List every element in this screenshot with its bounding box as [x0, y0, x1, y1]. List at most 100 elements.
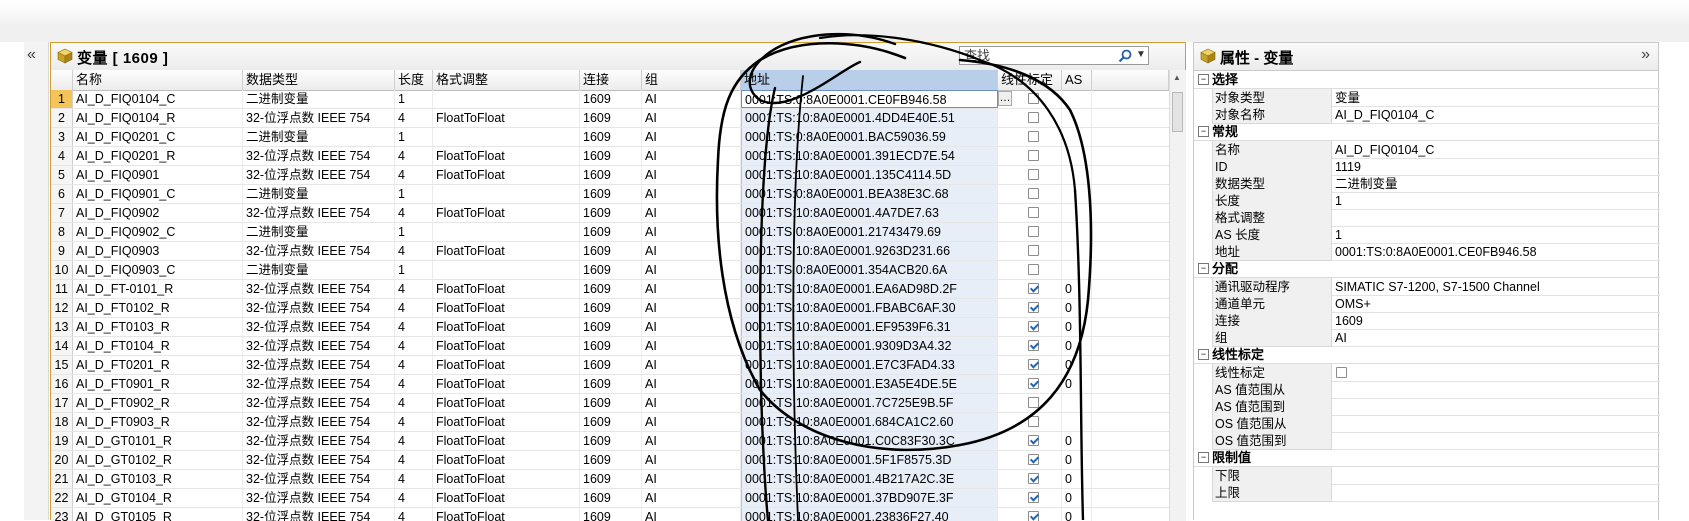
group-cell[interactable]: AI [642, 508, 741, 521]
property-row[interactable]: 组 AI [1194, 329, 1660, 347]
row-number[interactable]: 6 [51, 185, 73, 203]
group-cell[interactable]: AI [642, 242, 741, 260]
length-cell[interactable]: 4 [395, 204, 433, 222]
linear-scaling-column-header[interactable]: 线性标定 [998, 70, 1062, 90]
search-icon[interactable] [1117, 48, 1133, 64]
linear-scaling-checkbox[interactable] [1028, 207, 1039, 218]
property-value[interactable] [1332, 381, 1660, 399]
group-cell[interactable]: AI [642, 299, 741, 317]
address-cell[interactable]: 0001:TS:10:8A0E0001.4A7DE7.63 [741, 204, 998, 222]
address-cell[interactable]: 0001:TS:0:8A0E0001.354ACB20.6A [741, 261, 998, 279]
datatype-column-header[interactable]: 数据类型 [243, 70, 395, 90]
linear-scaling-checkbox[interactable] [1028, 264, 1039, 275]
property-value[interactable]: 1 [1332, 192, 1660, 210]
table-row[interactable]: 20 AI_D_GT0102_R 32-位浮点数 IEEE 754 4 FloatToF… [51, 451, 1169, 470]
row-number[interactable]: 20 [51, 451, 73, 469]
property-value[interactable]: SIMATIC S7-1200, S7-1500 Channel [1332, 278, 1660, 296]
row-number[interactable]: 15 [51, 356, 73, 374]
address-column-header[interactable]: 地址 [741, 70, 998, 90]
connection-cell[interactable]: 1609 [580, 109, 642, 127]
tag-name-cell[interactable]: AI_D_FT0103_R [73, 318, 243, 336]
property-value[interactable]: AI [1332, 329, 1660, 347]
datatype-cell[interactable]: 32-位浮点数 IEEE 754 [243, 318, 395, 336]
linear-scaling-checkbox[interactable] [1028, 112, 1039, 123]
tag-name-cell[interactable]: AI_D_FT0201_R [73, 356, 243, 374]
connection-cell[interactable]: 1609 [580, 128, 642, 146]
tag-name-cell[interactable]: AI_D_FIQ0104_C [73, 90, 243, 108]
as-cell[interactable] [1062, 90, 1092, 108]
as-column-header[interactable]: AS [1062, 70, 1092, 90]
address-cell[interactable]: 0001:TS:10:8A0E0001.9309D3A4.32 [741, 337, 998, 355]
table-row[interactable]: 19 AI_D_GT0101_R 32-位浮点数 IEEE 754 4 FloatToF… [51, 432, 1169, 451]
collapse-group-icon[interactable]: − [1198, 263, 1209, 274]
as-cell[interactable]: 0 [1062, 470, 1092, 488]
length-cell[interactable]: 4 [395, 318, 433, 336]
length-cell[interactable]: 4 [395, 470, 433, 488]
property-group[interactable]: − 分配 [1194, 260, 1660, 278]
length-cell[interactable]: 1 [395, 185, 433, 203]
group-cell[interactable]: AI [642, 394, 741, 412]
table-row[interactable]: 13 AI_D_FT0103_R 32-位浮点数 IEEE 754 4 FloatToF… [51, 318, 1169, 337]
row-number[interactable]: 23 [51, 508, 73, 521]
group-cell[interactable]: AI [642, 451, 741, 469]
table-row[interactable]: 17 AI_D_FT0902_R 32-位浮点数 IEEE 754 4 FloatToF… [51, 394, 1169, 413]
address-browse-button[interactable]: … [998, 91, 1012, 106]
address-cell[interactable]: 0001:TS:10:8A0E0001.EA6AD98D.2F [741, 280, 998, 298]
row-number[interactable]: 13 [51, 318, 73, 336]
linear-scaling-cell[interactable] [998, 109, 1062, 127]
address-cell[interactable]: 0001:TS:0:8A0E0001.BAC59036.59 [741, 128, 998, 146]
datatype-cell[interactable]: 32-位浮点数 IEEE 754 [243, 299, 395, 317]
format-cell[interactable]: FloatToFloat [433, 356, 580, 374]
property-row[interactable]: 地址 0001:TS:0:8A0E0001.CE0FB946.58 [1194, 243, 1660, 261]
property-row[interactable]: 下限 [1194, 467, 1660, 485]
as-cell[interactable]: 0 [1062, 280, 1092, 298]
length-cell[interactable]: 4 [395, 413, 433, 431]
connection-cell[interactable]: 1609 [580, 470, 642, 488]
property-row[interactable]: OS 值范围从 [1194, 415, 1660, 433]
tag-name-cell[interactable]: AI_D_FIQ0903_C [73, 261, 243, 279]
format-cell[interactable]: FloatToFloat [433, 413, 580, 431]
property-value[interactable]: 1 [1332, 226, 1660, 244]
linear-scaling-cell[interactable] [998, 432, 1062, 450]
as-cell[interactable] [1062, 204, 1092, 222]
property-value[interactable]: 1119 [1332, 158, 1660, 176]
group-cell[interactable]: AI [642, 109, 741, 127]
connection-cell[interactable]: 1609 [580, 451, 642, 469]
linear-scaling-cell[interactable] [998, 166, 1062, 184]
property-row[interactable]: 数据类型 二进制变量 [1194, 175, 1660, 193]
property-value[interactable]: 0001:TS:0:8A0E0001.CE0FB946.58 [1332, 243, 1660, 261]
property-row[interactable]: 格式调整 [1194, 209, 1660, 227]
row-number[interactable]: 18 [51, 413, 73, 431]
row-number[interactable]: 1 [51, 90, 73, 108]
tag-name-cell[interactable]: AI_D_GT0101_R [73, 432, 243, 450]
length-cell[interactable]: 4 [395, 166, 433, 184]
collapse-group-icon[interactable]: − [1198, 126, 1209, 137]
collapse-group-icon[interactable]: − [1198, 74, 1209, 85]
format-cell[interactable]: FloatToFloat [433, 451, 580, 469]
tag-name-cell[interactable]: AI_D_FIQ0902 [73, 204, 243, 222]
linear-scaling-checkbox[interactable] [1028, 245, 1039, 256]
address-cell[interactable]: 0001:TS:10:8A0E0001.C0C83F30.3C [741, 432, 998, 450]
table-row[interactable]: 3 AI_D_FIQ0201_C 二进制变量 1 1609 AI 0001:TS:0:8A0… [51, 128, 1169, 147]
property-row[interactable]: AS 值范围从 [1194, 381, 1660, 399]
table-row[interactable]: 7 AI_D_FIQ0902 32-位浮点数 IEEE 754 4 FloatToFlo… [51, 204, 1169, 223]
property-value[interactable]: AI_D_FIQ0104_C [1332, 141, 1660, 159]
group-cell[interactable]: AI [642, 432, 741, 450]
tag-name-cell[interactable]: AI_D_FT0901_R [73, 375, 243, 393]
address-cell[interactable]: 0001:TS:10:8A0E0001.684CA1C2.60 [741, 413, 998, 431]
tag-name-cell[interactable]: AI_D_FIQ0104_R [73, 109, 243, 127]
property-row[interactable]: 对象类型 变量 [1194, 89, 1660, 107]
datatype-cell[interactable]: 32-位浮点数 IEEE 754 [243, 451, 395, 469]
group-column-header[interactable]: 组 [642, 70, 741, 90]
table-row[interactable]: 5 AI_D_FIQ0901 32-位浮点数 IEEE 754 4 FloatToFlo… [51, 166, 1169, 185]
address-cell[interactable]: 0001:TS:10:8A0E0001.4B217A2C.3E [741, 470, 998, 488]
linear-scaling-checkbox[interactable] [1028, 340, 1039, 351]
property-row[interactable]: 长度 1 [1194, 192, 1660, 210]
address-cell[interactable]: 0001:TS:10:8A0E0001.135C4114.5D [741, 166, 998, 184]
row-number[interactable]: 14 [51, 337, 73, 355]
address-cell[interactable]: 0001:TS:10:8A0E0001.391ECD7E.54 [741, 147, 998, 165]
scrollbar-thumb[interactable] [1172, 92, 1183, 132]
tag-name-cell[interactable]: AI_D_FIQ0201_R [73, 147, 243, 165]
format-cell[interactable]: FloatToFloat [433, 375, 580, 393]
length-cell[interactable]: 4 [395, 451, 433, 469]
